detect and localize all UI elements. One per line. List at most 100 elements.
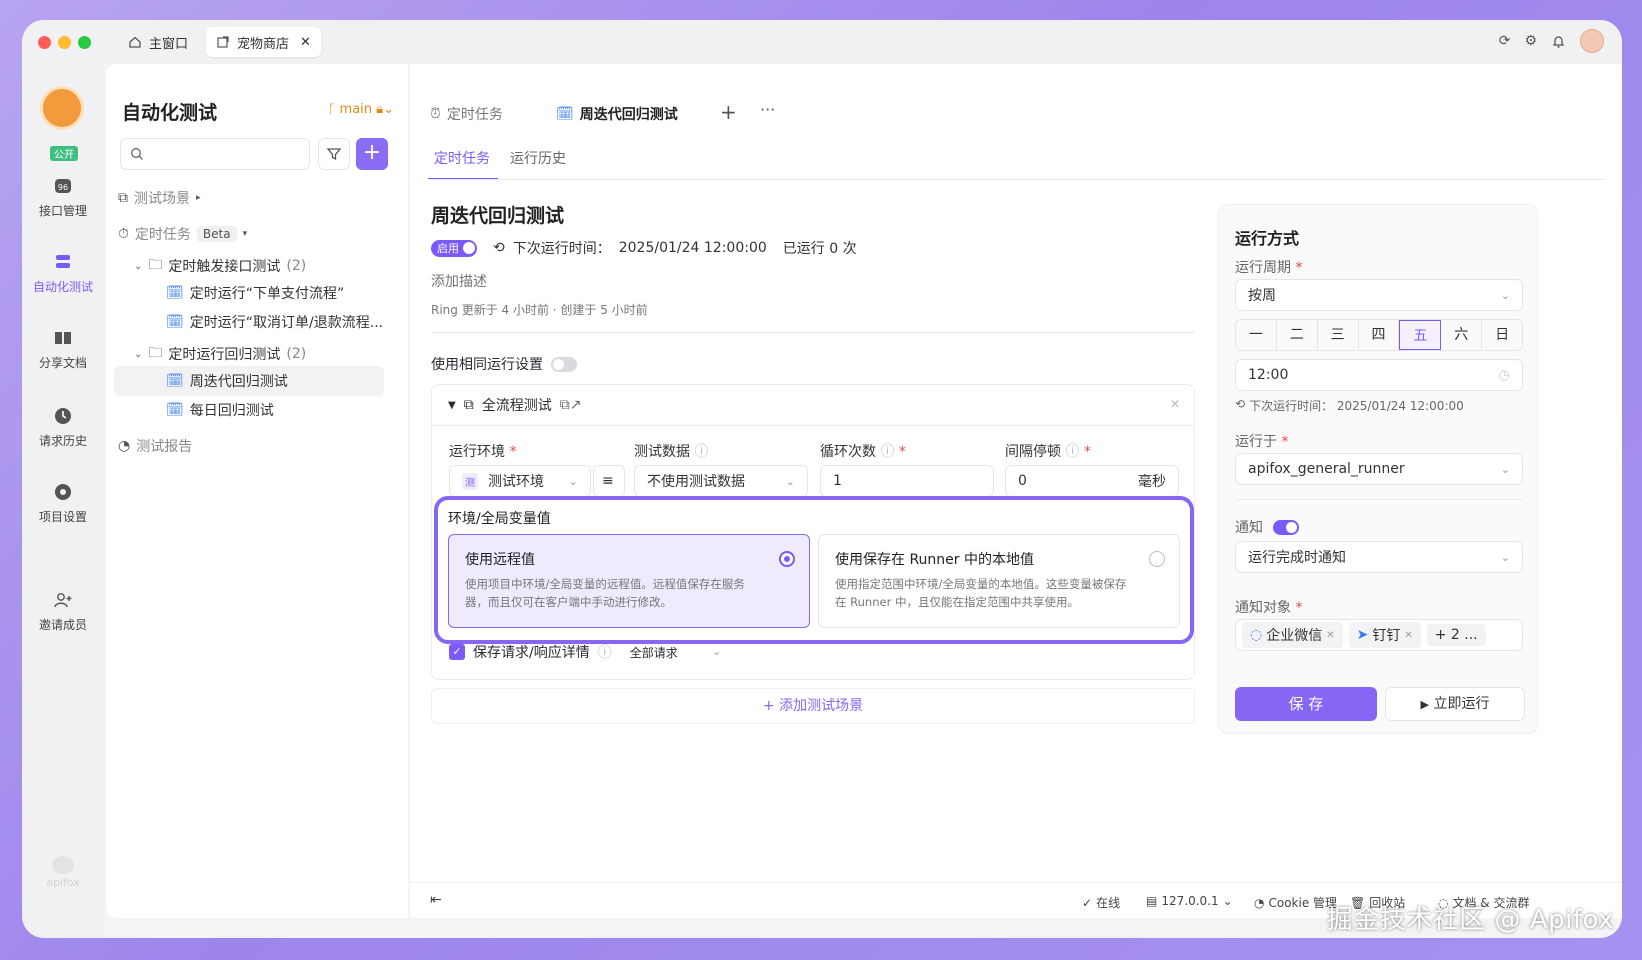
- avatar[interactable]: [1580, 29, 1604, 53]
- gear-icon[interactable]: ⚙: [1524, 33, 1537, 49]
- window-tab-shop[interactable]: 宠物商店 ✕: [206, 27, 321, 57]
- add-item-button[interactable]: +: [356, 138, 388, 170]
- run-now-button[interactable]: ▶ 立即运行: [1385, 687, 1525, 721]
- weekday-option[interactable]: 日: [1482, 320, 1522, 350]
- test-data-select[interactable]: 不使用测试数据 ⌄: [634, 465, 808, 497]
- rail-item-settings[interactable]: 项目设置: [22, 482, 104, 525]
- chevron-down-icon: ⌄: [568, 474, 578, 488]
- remove-scene-icon[interactable]: ✕: [1170, 397, 1180, 411]
- notify-select[interactable]: 运行完成时通知 ⌄: [1235, 541, 1523, 573]
- close-window-button[interactable]: [38, 36, 51, 49]
- loop-count-input[interactable]: 1: [820, 465, 994, 497]
- subtab-scheduled[interactable]: 定时任务: [434, 148, 490, 168]
- doc-tab-scheduled[interactable]: ⏰︎ 定时任务: [430, 98, 503, 130]
- window-tab-home-label: 主窗口: [149, 36, 189, 52]
- weekday-selector: 一 二 三 四 五 六 日: [1235, 319, 1523, 351]
- open-scene-icon[interactable]: ⧉↗: [560, 397, 582, 413]
- time-picker[interactable]: 12:00 ◷: [1235, 359, 1523, 391]
- tree-item-task[interactable]: 🗓︎ 每日回归测试: [166, 400, 274, 420]
- tree-item-scenes-label: 测试场景: [134, 191, 190, 207]
- data-label: 测试数据: [634, 444, 690, 460]
- timer-icon: ⏱: [118, 226, 129, 242]
- collapse-sidebar-icon[interactable]: ⇤: [430, 892, 442, 908]
- close-tab-icon[interactable]: ✕: [300, 35, 311, 50]
- cookie-manager[interactable]: ◔ Cookie 管理: [1254, 894, 1337, 911]
- weekday-option-selected[interactable]: 五: [1399, 320, 1442, 350]
- local-value-radio[interactable]: [1149, 551, 1165, 567]
- project-logo[interactable]: [40, 86, 84, 130]
- tree-search-input[interactable]: [120, 138, 310, 170]
- rail-item-api[interactable]: 96 接口管理: [22, 176, 104, 219]
- collapse-caret-icon[interactable]: ▼: [448, 400, 456, 411]
- tree-folder-trigger[interactable]: ⌄ 🗀︎ 定时触发接口测试 (2): [134, 254, 306, 278]
- save-button[interactable]: 保 存: [1235, 687, 1377, 721]
- weekday-option[interactable]: 三: [1318, 320, 1359, 350]
- tree-item-scheduled[interactable]: ⏱ 定时任务 Beta ▾: [118, 224, 247, 244]
- remote-value-option[interactable]: 使用远程值 使用项目中环境/全局变量的远程值。远程值保存在服务器，而且仅可在客户…: [448, 534, 810, 628]
- more-targets[interactable]: + 2 ...: [1426, 624, 1486, 646]
- rail-item-docs[interactable]: 分享文档: [22, 328, 104, 371]
- runner-value: apifox_general_runner: [1248, 461, 1405, 477]
- left-rail: 公开 96 接口管理 自动化测试 分享文档 请求历史 项目设置 邀请成员 api…: [22, 64, 104, 938]
- branch-selector[interactable]: ᚴ main 🔒︎⌄: [328, 102, 394, 117]
- subtab-history-label: 运行历史: [510, 151, 566, 167]
- target-chip[interactable]: ◌ 企业微信 ✕: [1242, 622, 1343, 648]
- env-select[interactable]: 测 测试环境 ⌄: [449, 465, 591, 497]
- refresh-icon[interactable]: ⟳: [1499, 33, 1511, 49]
- tree-item-report[interactable]: ◔ 测试报告: [118, 436, 192, 456]
- tree-item-task[interactable]: 🗓︎ 定时运行“取消订单/退款流程...: [166, 312, 383, 332]
- scene-icon: ⧉: [463, 397, 474, 413]
- subtab-history[interactable]: 运行历史: [510, 148, 566, 168]
- target-chip[interactable]: ➤ 钉钉 ✕: [1348, 622, 1421, 648]
- maximize-window-button[interactable]: [78, 36, 91, 49]
- tree-folder-regression[interactable]: ⌄ 🗀︎ 定时运行回归测试 (2): [134, 342, 306, 366]
- subtab-scheduled-label: 定时任务: [434, 151, 490, 167]
- target-label-row: 通知对象 *: [1235, 600, 1303, 616]
- weekday-option[interactable]: 一: [1236, 320, 1277, 350]
- rail-item-invite[interactable]: 邀请成员: [22, 590, 104, 633]
- period-select[interactable]: 按周 ⌄: [1235, 279, 1523, 311]
- env-manage-button[interactable]: ≡: [593, 465, 625, 497]
- local-value-option[interactable]: 使用保存在 Runner 中的本地值 使用指定范围中环境/全局变量的本地值。这些…: [818, 534, 1180, 628]
- description-input[interactable]: [431, 271, 731, 293]
- weekday-option[interactable]: 六: [1441, 320, 1483, 350]
- online-status[interactable]: ✓ 在线: [1082, 894, 1120, 911]
- rail-item-automation[interactable]: 自动化测试: [22, 252, 104, 295]
- status-row: 启用 ⟲ 下次运行时间： 2025/01/24 12:00:00 已运行 0 次: [431, 238, 857, 258]
- add-scene-button[interactable]: + 添加测试场景: [431, 688, 1195, 724]
- rail-item-history[interactable]: 请求历史: [22, 406, 104, 449]
- notify-target-select[interactable]: ◌ 企业微信 ✕ ➤ 钉钉 ✕ + 2 ...: [1235, 619, 1523, 651]
- tree-item-task[interactable]: 🗓︎ 定时运行“下单支付流程”: [166, 283, 344, 303]
- title-bar-actions: ⟳ ⚙: [1499, 29, 1604, 53]
- doc-tab-active[interactable]: 🗓︎ 周迭代回归测试: [544, 98, 708, 130]
- request-scope-select[interactable]: 全部请求 ⌄: [630, 644, 722, 661]
- filter-button[interactable]: [318, 138, 350, 170]
- notify-toggle[interactable]: [1273, 519, 1299, 535]
- clock-icon: ◷: [1498, 367, 1510, 383]
- weekday-option[interactable]: 四: [1359, 320, 1400, 350]
- enable-toggle[interactable]: 启用: [431, 239, 477, 257]
- minimize-window-button[interactable]: [58, 36, 71, 49]
- host-selector[interactable]: ▤ 127.0.0.1 ⌄: [1146, 894, 1233, 908]
- tree-folder-regression-count: (2): [286, 346, 307, 362]
- target-chip-label: 企业微信: [1266, 628, 1323, 644]
- interval-input[interactable]: 0 毫秒: [1005, 465, 1179, 497]
- remote-value-radio[interactable]: [779, 551, 795, 567]
- remove-chip-icon[interactable]: ✕: [1326, 630, 1334, 641]
- new-tab-icon[interactable]: +: [720, 100, 737, 124]
- tree-item-task-selected[interactable]: 🗓︎ 周迭代回归测试: [114, 366, 384, 396]
- bell-icon[interactable]: [1551, 34, 1566, 49]
- weekday-option[interactable]: 二: [1277, 320, 1318, 350]
- scene-header[interactable]: ▼ ⧉ 全流程测试 ⧉↗: [448, 395, 581, 415]
- runner-select[interactable]: apifox_general_runner ⌄: [1235, 453, 1523, 485]
- save-detail-checkbox[interactable]: ✓: [449, 644, 465, 660]
- same-settings-toggle[interactable]: [551, 356, 577, 372]
- local-value-title: 使用保存在 Runner 中的本地值: [835, 552, 1034, 568]
- remove-chip-icon[interactable]: ✕: [1404, 630, 1412, 641]
- rail-item-settings-label: 项目设置: [38, 510, 87, 524]
- more-icon[interactable]: ···: [760, 100, 775, 119]
- tree-folder-trigger-count: (2): [286, 258, 307, 274]
- window-tab-home[interactable]: 主窗口: [118, 27, 198, 57]
- doc-tab-scheduled-label: 定时任务: [446, 107, 503, 123]
- tree-item-scenes[interactable]: ⧉ 测试场景 ▸: [118, 188, 201, 208]
